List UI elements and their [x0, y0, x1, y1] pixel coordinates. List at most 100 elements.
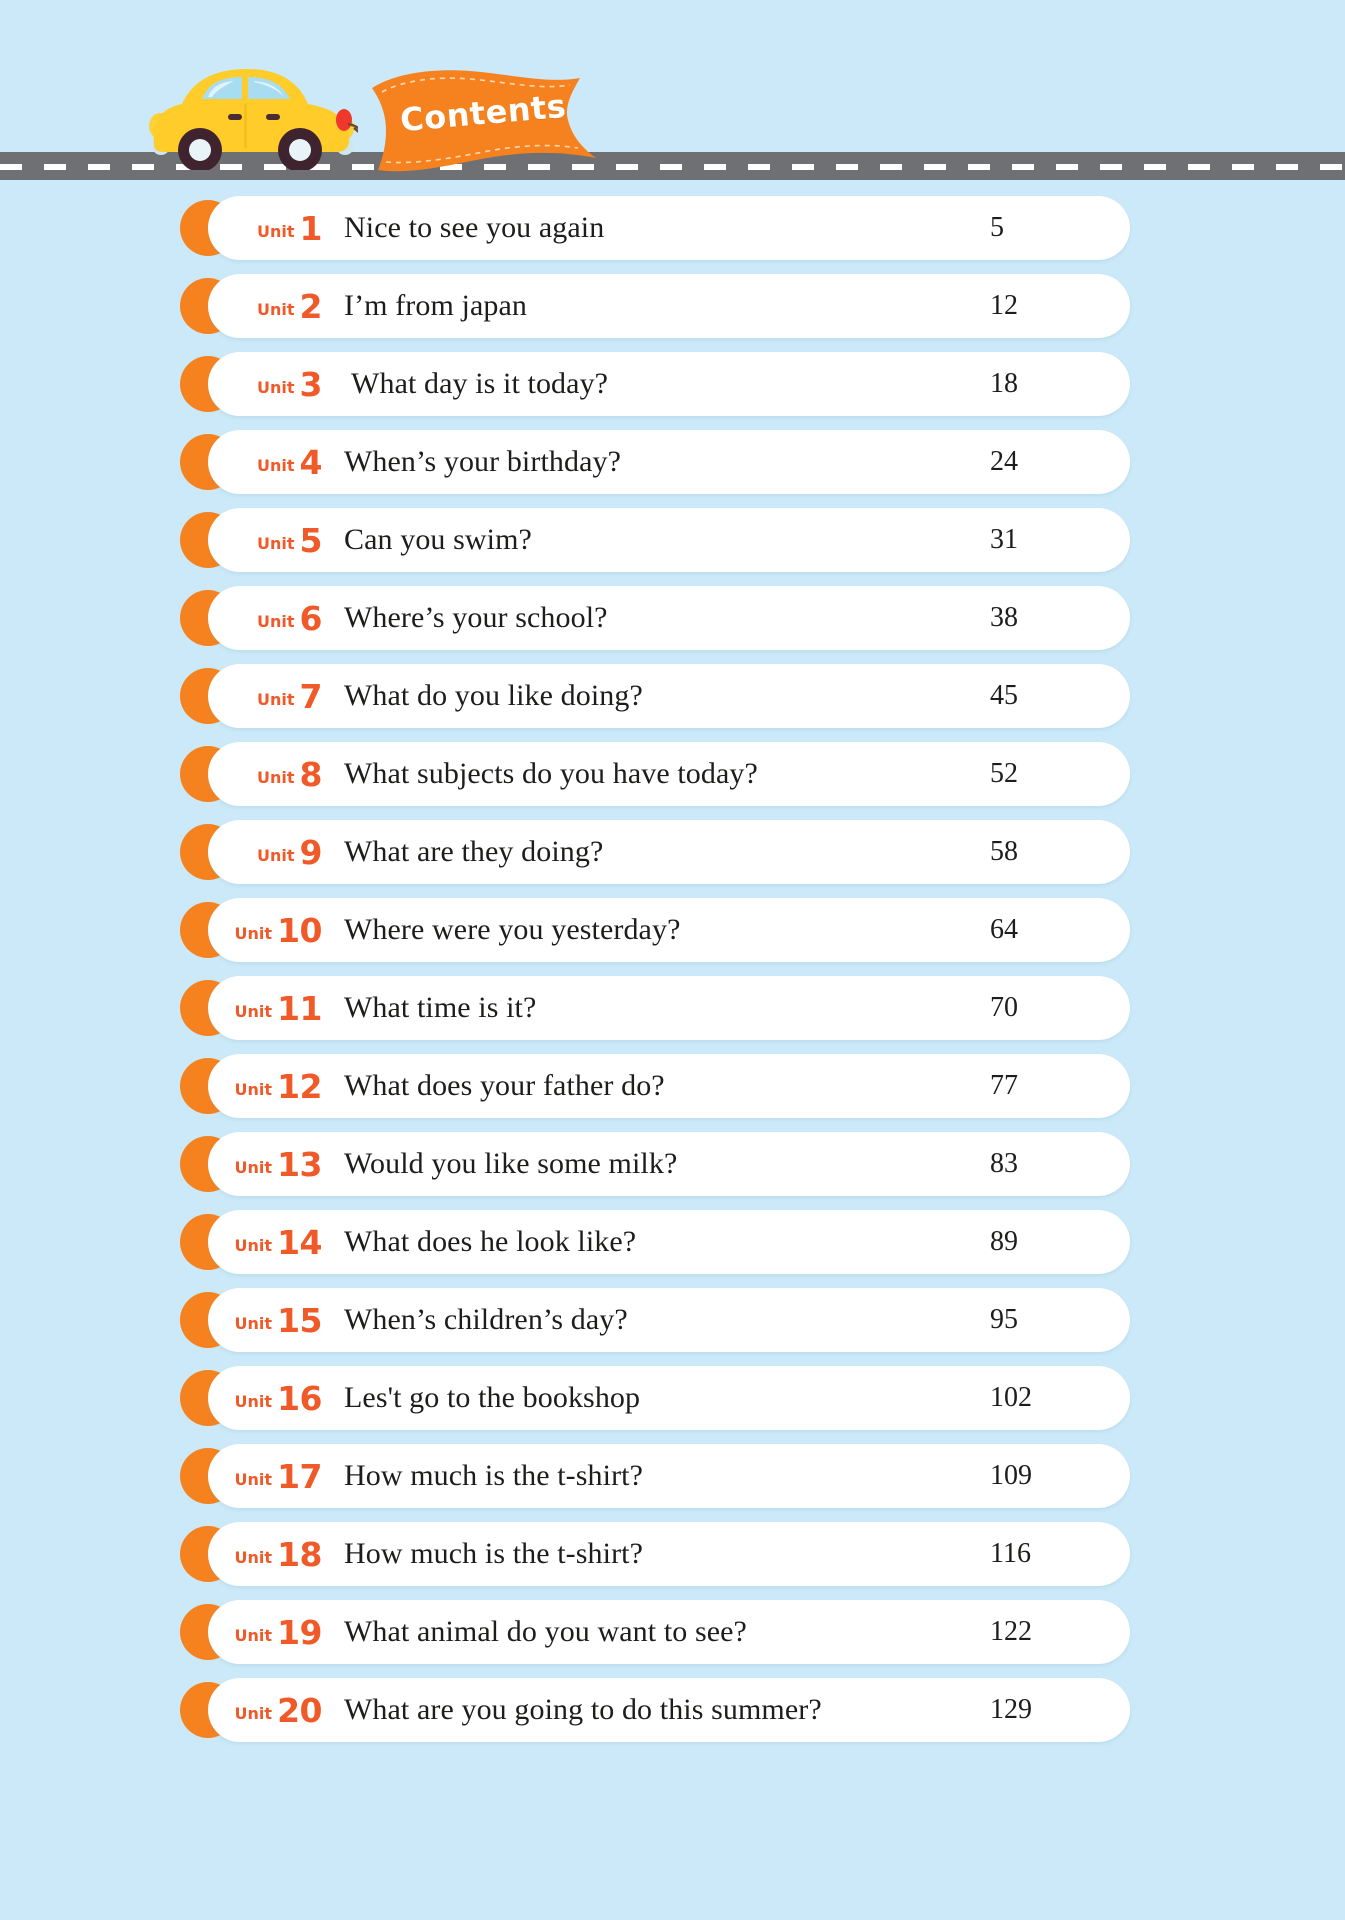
unit-badge: Unit 13	[208, 1148, 330, 1181]
unit-pill[interactable]: Unit 17 How much is the t-shirt? 109	[208, 1444, 1130, 1508]
unit-pill[interactable]: Unit 4 When’s your birthday? 24	[208, 430, 1130, 494]
unit-label: Unit	[257, 455, 295, 475]
unit-pill[interactable]: Unit 15 When’s children’s day? 95	[208, 1288, 1130, 1352]
unit-number: 3	[299, 364, 323, 404]
unit-label: Unit	[234, 1703, 273, 1723]
unit-page-number: 116	[990, 1538, 1031, 1569]
unit-page-number: 52	[990, 758, 1018, 789]
unit-page-number: 129	[990, 1694, 1032, 1725]
unit-badge: Unit 8	[208, 758, 330, 791]
unit-pill[interactable]: Unit 5 Can you swim? 31	[208, 508, 1130, 572]
unit-page-number: 122	[990, 1616, 1032, 1647]
unit-page-number: 70	[990, 992, 1018, 1023]
unit-label: Unit	[257, 767, 295, 787]
table-row[interactable]: Unit 7 What do you like doing? 45	[0, 661, 1345, 739]
table-row[interactable]: Unit 2 I’m from japan 12	[0, 271, 1345, 349]
table-row[interactable]: Unit 13 Would you like some milk? 83	[0, 1129, 1345, 1207]
unit-page-number: 89	[990, 1226, 1018, 1257]
unit-label: Unit	[257, 533, 295, 553]
unit-number: 7	[299, 676, 323, 716]
unit-badge: Unit 2	[208, 290, 330, 323]
unit-page-number: 24	[990, 446, 1018, 477]
unit-pill[interactable]: Unit 12 What does your father do? 77	[208, 1054, 1130, 1118]
table-row[interactable]: Unit 17 How much is the t-shirt? 109	[0, 1441, 1345, 1519]
unit-label: Unit	[257, 221, 295, 241]
yellow-car-icon	[149, 68, 358, 170]
unit-number: 9	[299, 832, 323, 872]
table-row[interactable]: Unit 18 How much is the t-shirt? 116	[0, 1519, 1345, 1597]
unit-number: 6	[299, 598, 323, 638]
table-row[interactable]: Unit 16 Les't go to the bookshop 102	[0, 1363, 1345, 1441]
unit-badge: Unit 7	[208, 680, 330, 713]
table-row[interactable]: Unit 8 What subjects do you have today? …	[0, 739, 1345, 817]
unit-pill[interactable]: Unit 20 What are you going to do this su…	[208, 1678, 1130, 1742]
unit-title: What are they doing?	[344, 835, 604, 868]
unit-badge: Unit 17	[208, 1460, 330, 1493]
unit-pill[interactable]: Unit 14 What does he look like? 89	[208, 1210, 1130, 1274]
unit-pill[interactable]: Unit 9 What are they doing? 58	[208, 820, 1130, 884]
unit-page-number: 64	[990, 914, 1018, 945]
unit-title: How much is the t-shirt?	[344, 1537, 644, 1570]
unit-number: 1	[299, 208, 323, 248]
unit-number: 18	[277, 1534, 322, 1574]
unit-pill[interactable]: Unit 8 What subjects do you have today? …	[208, 742, 1130, 806]
unit-pill[interactable]: Unit 11 What time is it? 70	[208, 976, 1130, 1040]
unit-pill[interactable]: Unit 1 Nice to see you again 5	[208, 196, 1130, 260]
table-row[interactable]: Unit 12 What does your father do? 77	[0, 1051, 1345, 1129]
unit-pill[interactable]: Unit 13 Would you like some milk? 83	[208, 1132, 1130, 1196]
contents-list: Unit 1 Nice to see you again 5 Unit 2 I’…	[0, 185, 1345, 1753]
unit-label: Unit	[234, 1391, 273, 1411]
table-row[interactable]: Unit 14 What does he look like? 89	[0, 1207, 1345, 1285]
unit-page-number: 95	[990, 1304, 1018, 1335]
unit-page-number: 18	[990, 368, 1018, 399]
unit-pill[interactable]: Unit 6 Where’s your school? 38	[208, 586, 1130, 650]
table-row[interactable]: Unit 6 Where’s your school? 38	[0, 583, 1345, 661]
unit-pill[interactable]: Unit 7 What do you like doing? 45	[208, 664, 1130, 728]
unit-badge: Unit 19	[208, 1616, 330, 1649]
table-row[interactable]: Unit 19 What animal do you want to see? …	[0, 1597, 1345, 1675]
unit-page-number: 83	[990, 1148, 1018, 1179]
unit-pill[interactable]: Unit 2 I’m from japan 12	[208, 274, 1130, 338]
unit-label: Unit	[234, 1547, 273, 1567]
table-row[interactable]: Unit 4 When’s your birthday? 24	[0, 427, 1345, 505]
unit-pill[interactable]: Unit 16 Les't go to the bookshop 102	[208, 1366, 1130, 1430]
unit-number: 11	[277, 988, 322, 1028]
unit-pill[interactable]: Unit 19 What animal do you want to see? …	[208, 1600, 1130, 1664]
unit-title: What does your father do?	[344, 1069, 665, 1102]
table-row[interactable]: Unit 15 When’s children’s day? 95	[0, 1285, 1345, 1363]
unit-number: 14	[277, 1222, 322, 1262]
unit-badge: Unit 3	[208, 368, 330, 401]
table-row[interactable]: Unit 1 Nice to see you again 5	[0, 193, 1345, 271]
unit-title: What do you like doing?	[344, 679, 643, 712]
unit-badge: Unit 18	[208, 1538, 330, 1571]
unit-badge: Unit 14	[208, 1226, 330, 1259]
unit-number: 16	[277, 1378, 322, 1418]
unit-title: What are you going to do this summer?	[344, 1693, 822, 1726]
unit-title: Where’s your school?	[344, 601, 608, 634]
unit-page-number: 77	[990, 1070, 1018, 1101]
unit-title: What does he look like?	[344, 1225, 637, 1258]
unit-page-number: 5	[990, 212, 1004, 243]
unit-page-number: 58	[990, 836, 1018, 867]
unit-badge: Unit 9	[208, 836, 330, 869]
unit-pill[interactable]: Unit 18 How much is the t-shirt? 116	[208, 1522, 1130, 1586]
table-row[interactable]: Unit 3 What day is it today? 18	[0, 349, 1345, 427]
unit-pill[interactable]: Unit 3 What day is it today? 18	[208, 352, 1130, 416]
unit-page-number: 31	[990, 524, 1018, 555]
unit-title: Les't go to the bookshop	[344, 1381, 641, 1414]
unit-badge: Unit 16	[208, 1382, 330, 1415]
unit-label: Unit	[257, 377, 295, 397]
unit-label: Unit	[257, 845, 295, 865]
table-row[interactable]: Unit 9 What are they doing? 58	[0, 817, 1345, 895]
unit-title: How much is the t-shirt?	[344, 1459, 644, 1492]
unit-badge: Unit 15	[208, 1304, 330, 1337]
unit-badge: Unit 6	[208, 602, 330, 635]
unit-number: 13	[277, 1144, 322, 1184]
table-row[interactable]: Unit 11 What time is it? 70	[0, 973, 1345, 1051]
unit-pill[interactable]: Unit 10 Where were you yesterday? 64	[208, 898, 1130, 962]
table-row[interactable]: Unit 10 Where were you yesterday? 64	[0, 895, 1345, 973]
table-row[interactable]: Unit 20 What are you going to do this su…	[0, 1675, 1345, 1753]
table-row[interactable]: Unit 5 Can you swim? 31	[0, 505, 1345, 583]
unit-page-number: 12	[990, 290, 1018, 321]
unit-number: 8	[299, 754, 323, 794]
